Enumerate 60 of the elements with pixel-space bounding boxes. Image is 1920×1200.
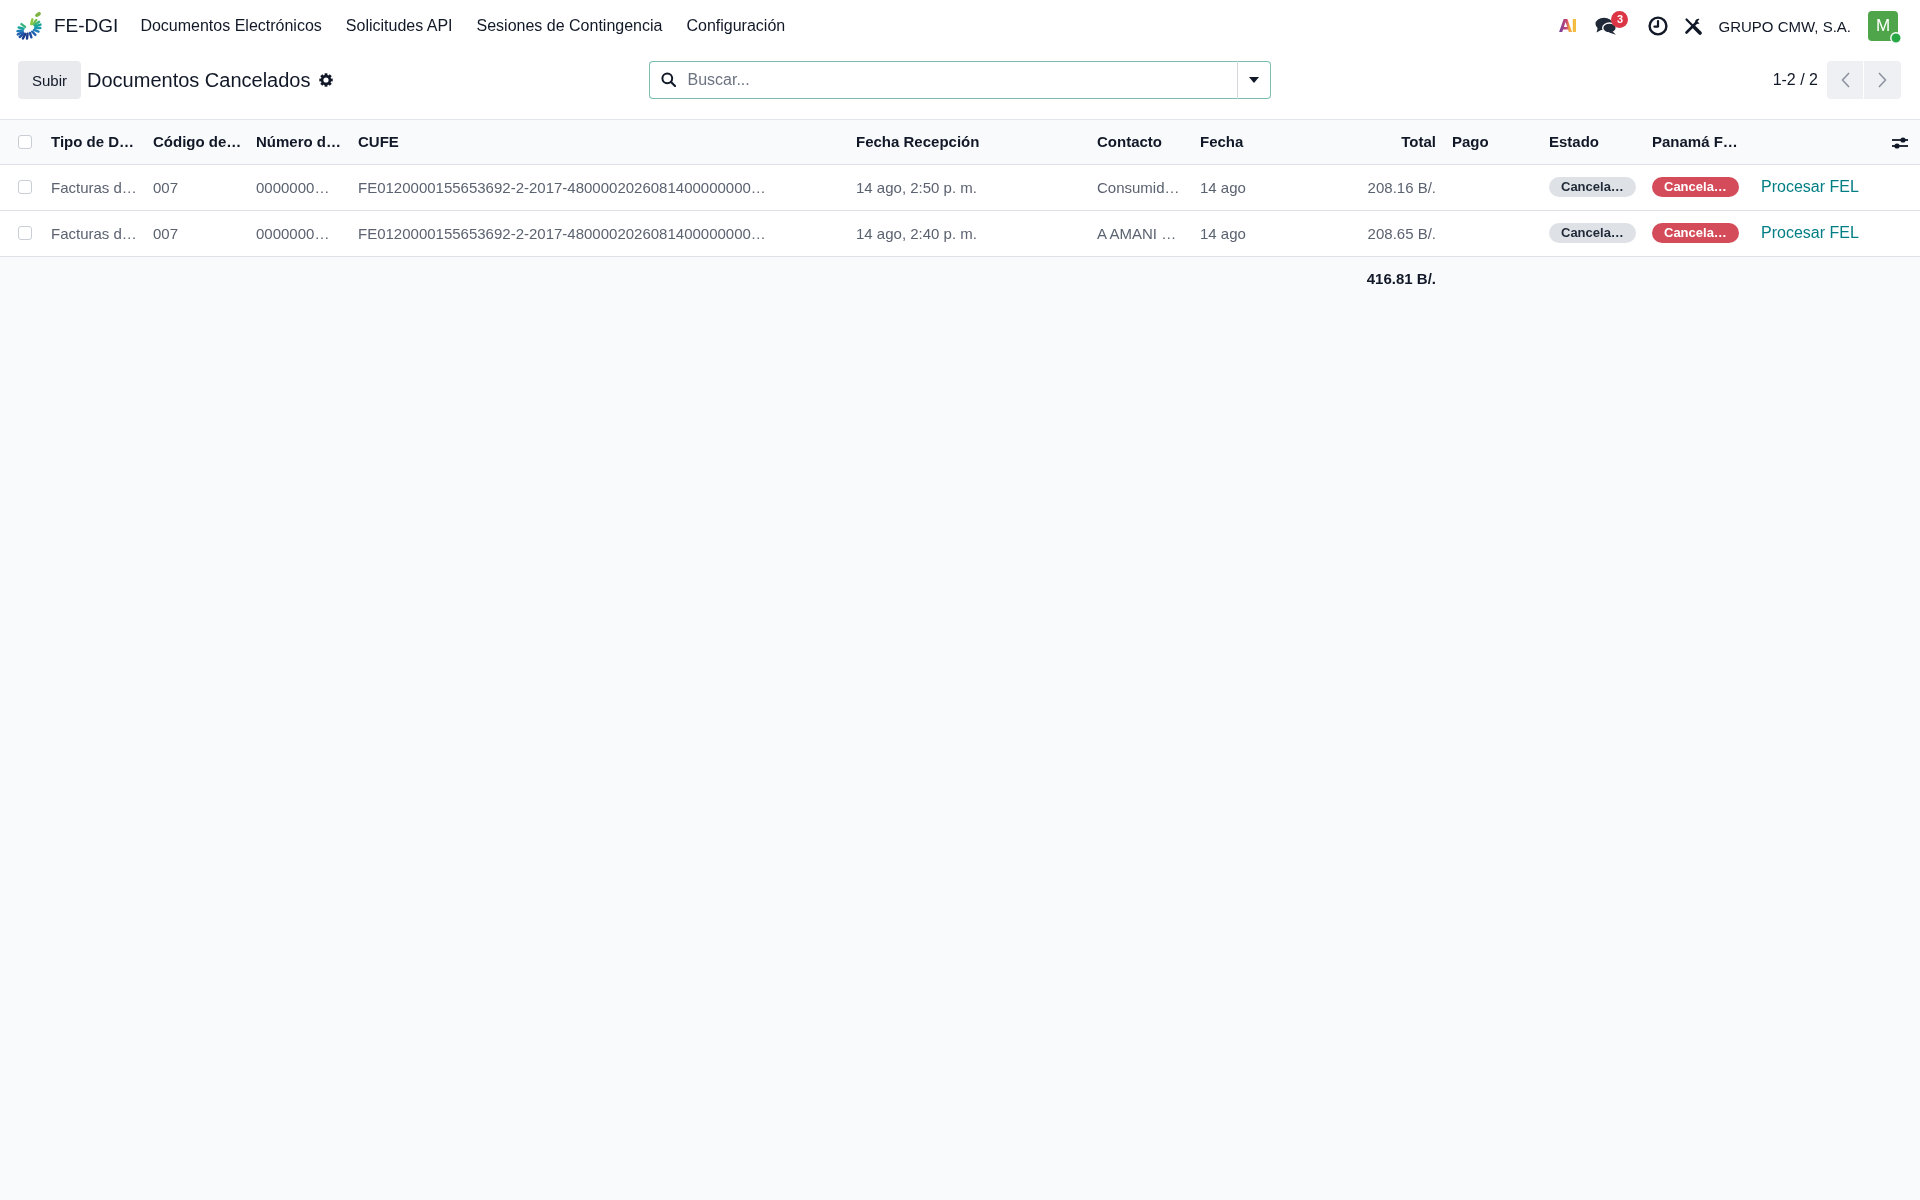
table-cell: FE0120000155653692-2-2017-4800002026081400000000… [350,164,848,210]
table-cell: Consumid… [1089,164,1192,210]
table-cell: Facturas d… [43,210,145,256]
column-header[interactable]: Estado [1549,133,1599,151]
menu-item[interactable]: Documentos Electrónicos [128,11,334,41]
table-row[interactable]: Facturas d… 007 0000000… FE0120000155653692-2-2017-4800002026081400000000… 14 ago, 2:50 p. m. Consumid… 14 ago 208.16 B/. Cancela… Cancela… Procesar FEL [0,164,1920,210]
search-options-button[interactable] [1236,61,1271,99]
gear-icon[interactable] [318,73,333,87]
table-cell: 208.65 B/. [1300,210,1444,256]
column-header[interactable]: CUFE [358,133,399,151]
status-badge: Cancela… [1652,177,1739,197]
table-row[interactable]: Facturas d… 007 0000000… FE0120000155653692-2-2017-4800002026081400000000… 14 ago, 2:40 p. m. A AMANI … 14 ago 208.65 B/. Cancela… Cancela… Procesar FEL [0,210,1920,256]
table-cell: 14 ago [1192,210,1300,256]
page-title: Documentos Cancelados [87,68,311,92]
process-button[interactable]: Procesar FEL [1761,224,1859,242]
app-name[interactable]: FE-DGI [54,15,119,37]
caret-icon [1248,77,1259,83]
clock-icon[interactable] [1648,16,1669,36]
menu-item[interactable]: Sesiones de Contingencia [464,11,675,41]
column-header[interactable]: Panamá F… [1652,133,1738,151]
tools-icon[interactable] [1684,17,1703,35]
table-cell: 007 [145,164,248,210]
table-cell: A AMANI … [1089,210,1192,256]
table-cell: 208.16 B/. [1300,164,1444,210]
status-badge: Cancela… [1549,223,1636,243]
column-header[interactable]: Fecha Recepción [856,133,980,151]
menu-item[interactable]: Solicitudes API [333,11,465,41]
search-field[interactable]: Buscar... [648,61,1237,99]
column-total: 416.81 B/. [1300,256,1444,301]
table-cell: FE0120000155653692-2-2017-4800002026081400000000… [350,210,848,256]
column-header[interactable]: Contacto [1097,133,1162,151]
logo-icon[interactable] [15,10,45,42]
column-header[interactable]: Tipo de D… [51,133,135,151]
chevron-right-icon [1878,72,1887,88]
company-name[interactable]: GRUPO CMW, S.A. [1718,17,1851,35]
status-badge: Cancela… [1549,177,1636,197]
column-header[interactable]: Fecha [1200,133,1244,151]
table-cell: 007 [145,210,248,256]
status-badge: Cancela… [1652,223,1739,243]
sliders-icon[interactable] [1892,136,1908,151]
menu-item[interactable]: Configuración [674,11,798,41]
table-cell: 14 ago [1192,164,1300,210]
table-cell: 0000000… [248,164,350,210]
search-icon [660,72,676,87]
chevron-left-icon [1840,72,1850,88]
column-header[interactable]: Pago [1452,133,1489,151]
notification-badge: 3 [1611,11,1629,28]
column-header[interactable]: Número d… [256,133,341,151]
table-cell: 0000000… [248,210,350,256]
column-header[interactable]: Código de… [153,133,242,151]
table-cell: 14 ago, 2:50 p. m. [848,164,1089,210]
table-cell: Facturas d… [43,164,145,210]
row-checkbox[interactable] [18,226,32,240]
row-checkbox[interactable] [18,180,32,194]
process-button[interactable]: Procesar FEL [1761,178,1859,196]
select-all-checkbox[interactable] [18,134,32,149]
upload-button[interactable]: Subir [18,61,82,99]
column-header[interactable]: Total [1401,133,1436,151]
table-cell: 14 ago, 2:40 p. m. [848,210,1089,256]
pager-value[interactable]: 1-2 / 2 [1772,71,1818,89]
